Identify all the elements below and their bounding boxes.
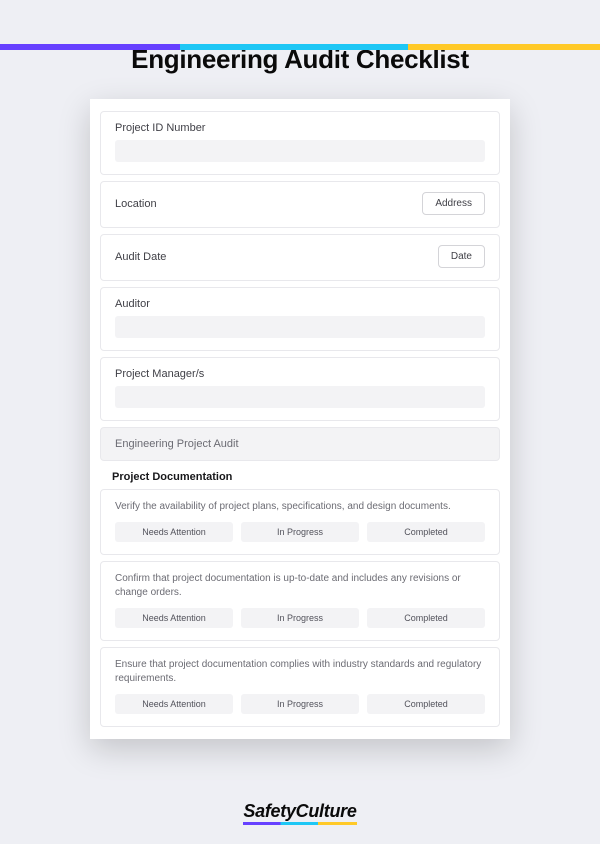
option-row: Needs Attention In Progress Completed (115, 694, 485, 714)
section-banner: Engineering Project Audit (100, 427, 500, 461)
brand-footer: SafetyCulture (0, 801, 600, 822)
question-text: Ensure that project documentation compli… (115, 658, 485, 686)
field-project-managers: Project Manager/s (100, 357, 500, 421)
option-completed[interactable]: Completed (367, 694, 485, 714)
question-card: Confirm that project documentation is up… (100, 561, 500, 641)
project-managers-input[interactable] (115, 386, 485, 408)
project-id-input[interactable] (115, 140, 485, 162)
field-label: Auditor (115, 298, 485, 310)
date-chip-button[interactable]: Date (438, 245, 485, 268)
option-completed[interactable]: Completed (367, 608, 485, 628)
field-label: Project Manager/s (115, 368, 485, 380)
option-needs-attention[interactable]: Needs Attention (115, 522, 233, 542)
option-in-progress[interactable]: In Progress (241, 608, 359, 628)
option-needs-attention[interactable]: Needs Attention (115, 608, 233, 628)
brand-logo: SafetyCulture (243, 801, 356, 822)
field-label: Audit Date (115, 251, 166, 263)
auditor-input[interactable] (115, 316, 485, 338)
field-label: Location (115, 198, 157, 210)
option-in-progress[interactable]: In Progress (241, 694, 359, 714)
field-location: Location Address (100, 181, 500, 228)
option-row: Needs Attention In Progress Completed (115, 522, 485, 542)
option-needs-attention[interactable]: Needs Attention (115, 694, 233, 714)
question-card: Verify the availability of project plans… (100, 489, 500, 555)
question-card: Ensure that project documentation compli… (100, 647, 500, 727)
form-panel: Project ID Number Location Address Audit… (90, 99, 510, 739)
field-audit-date: Audit Date Date (100, 234, 500, 281)
option-in-progress[interactable]: In Progress (241, 522, 359, 542)
option-completed[interactable]: Completed (367, 522, 485, 542)
address-chip-button[interactable]: Address (422, 192, 485, 215)
field-project-id: Project ID Number (100, 111, 500, 175)
subsection-title: Project Documentation (112, 471, 488, 483)
question-text: Verify the availability of project plans… (115, 500, 485, 514)
field-auditor: Auditor (100, 287, 500, 351)
option-row: Needs Attention In Progress Completed (115, 608, 485, 628)
field-label: Project ID Number (115, 122, 485, 134)
question-text: Confirm that project documentation is up… (115, 572, 485, 600)
top-gradient-bar (0, 44, 600, 50)
